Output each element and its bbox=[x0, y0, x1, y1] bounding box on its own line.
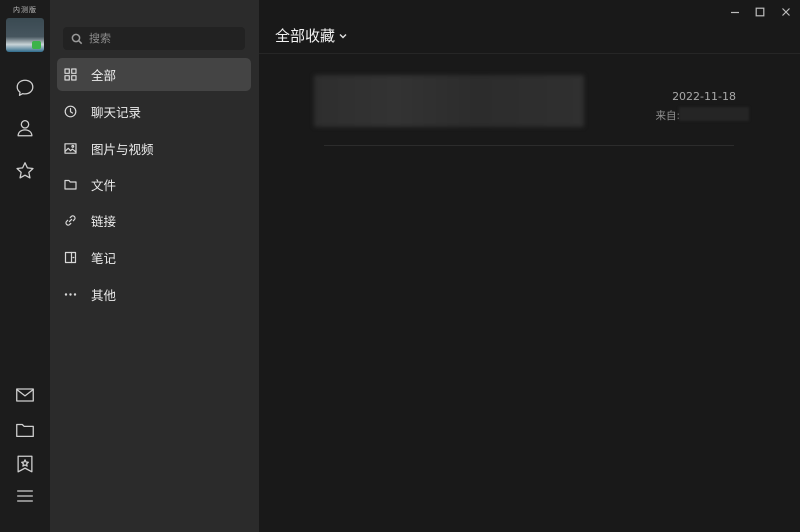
folder-icon bbox=[64, 178, 77, 191]
page-title: 全部收藏 bbox=[275, 27, 336, 45]
sidebar-item-label: 文件 bbox=[91, 178, 117, 193]
sidebar-item-links[interactable]: 链接 bbox=[57, 204, 251, 237]
chat-icon[interactable] bbox=[13, 76, 37, 100]
sidebar-item-notes[interactable]: 笔记 bbox=[57, 241, 251, 274]
list-item[interactable]: 2022-11-18 来自: bbox=[314, 75, 749, 135]
more-icon bbox=[64, 288, 77, 301]
status-badge bbox=[32, 41, 41, 49]
sidebar-item-media[interactable]: 图片与视频 bbox=[57, 132, 251, 165]
redacted-content bbox=[314, 75, 584, 127]
minimize-button[interactable] bbox=[725, 4, 745, 20]
grid-icon bbox=[64, 68, 77, 81]
sidebar-item-label: 其他 bbox=[91, 288, 117, 303]
sidebar-item-chat-records[interactable]: 聊天记录 bbox=[57, 95, 251, 128]
link-icon bbox=[64, 214, 77, 227]
favorites-icon[interactable] bbox=[13, 159, 37, 183]
divider bbox=[324, 145, 734, 146]
close-button[interactable] bbox=[776, 4, 796, 20]
sidebar-item-all[interactable]: 全部 bbox=[57, 58, 251, 91]
clock-icon bbox=[64, 105, 77, 118]
header: 全部收藏 bbox=[259, 0, 800, 54]
minimize-icon bbox=[731, 11, 739, 14]
edition-label: 内测版 bbox=[13, 6, 37, 14]
page-title-dropdown[interactable]: 全部收藏 bbox=[275, 25, 348, 46]
note-icon bbox=[64, 251, 77, 264]
left-rail: 内测版 bbox=[0, 0, 50, 532]
contacts-icon[interactable] bbox=[13, 116, 37, 140]
bookmark-icon[interactable] bbox=[13, 452, 37, 476]
search-box[interactable] bbox=[63, 27, 245, 50]
maximize-button[interactable] bbox=[750, 4, 770, 20]
redacted-source bbox=[679, 107, 749, 121]
avatar[interactable] bbox=[6, 18, 44, 52]
sidebar-item-other[interactable]: 其他 bbox=[57, 278, 251, 311]
sidebar: 全部 聊天记录 图片与视频 文件 链接 笔记 其他 bbox=[50, 0, 259, 532]
mail-icon[interactable] bbox=[13, 383, 37, 407]
main-panel: 全部收藏 2022-11-18 来自: bbox=[259, 0, 800, 532]
sidebar-item-label: 全部 bbox=[91, 68, 117, 83]
item-source-label: 来自: bbox=[655, 110, 680, 122]
sidebar-item-label: 聊天记录 bbox=[91, 105, 142, 120]
sidebar-item-label: 链接 bbox=[91, 214, 117, 229]
search-icon bbox=[71, 33, 83, 44]
folder-icon[interactable] bbox=[13, 418, 37, 442]
sidebar-item-label: 图片与视频 bbox=[91, 142, 154, 157]
item-date: 2022-11-18 bbox=[672, 90, 736, 103]
chevron-down-icon bbox=[339, 33, 347, 38]
menu-icon[interactable] bbox=[13, 484, 37, 508]
sidebar-item-label: 笔记 bbox=[91, 251, 117, 266]
close-icon bbox=[782, 8, 790, 16]
maximize-icon bbox=[755, 7, 765, 17]
image-icon bbox=[64, 142, 77, 155]
sidebar-item-files[interactable]: 文件 bbox=[57, 168, 251, 201]
search-input[interactable] bbox=[89, 32, 239, 45]
